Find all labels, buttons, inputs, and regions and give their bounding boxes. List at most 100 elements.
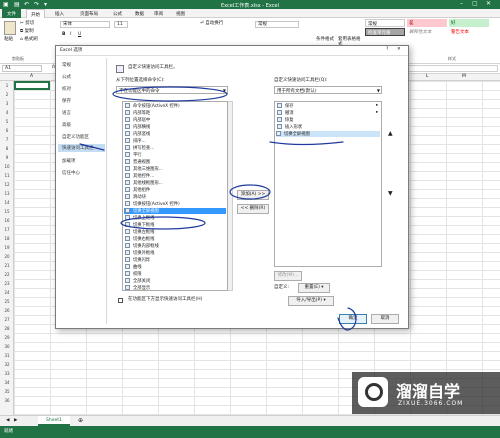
list-item[interactable]: 切换下框线 bbox=[125, 222, 154, 228]
qat-list[interactable]: 保存 撤消 恢复 插入形状 切换全屏视图 bbox=[274, 101, 382, 267]
column-header[interactable]: A bbox=[30, 74, 33, 80]
list-item[interactable]: 全部显示 bbox=[125, 285, 150, 290]
font-name-select[interactable]: 宋体 bbox=[60, 21, 110, 28]
row-header[interactable]: 27 bbox=[0, 317, 14, 322]
row-header[interactable]: 9 bbox=[0, 155, 14, 160]
nav-proofing[interactable]: 校对 bbox=[62, 86, 71, 92]
style-bad[interactable]: 差 bbox=[407, 19, 447, 27]
column-header[interactable]: M bbox=[462, 74, 466, 80]
list-item[interactable]: 平行 bbox=[125, 152, 142, 158]
row-header[interactable]: 1 bbox=[0, 83, 14, 88]
add-button[interactable]: 添加(A) >> bbox=[237, 190, 269, 200]
active-cell[interactable] bbox=[14, 81, 50, 90]
list-item[interactable]: 内部横线 bbox=[125, 124, 150, 130]
list-item[interactable]: 拼写检查... bbox=[125, 145, 154, 151]
list-item[interactable]: 内部等距 bbox=[125, 110, 150, 116]
nav-customize-ribbon[interactable]: 自定义功能区 bbox=[62, 134, 89, 140]
qat-item-fullscreen[interactable]: 切换全屏视图 bbox=[276, 131, 380, 137]
row-header[interactable]: 14 bbox=[0, 200, 14, 205]
tab-page-layout[interactable]: 页面布局 bbox=[80, 11, 98, 17]
tab-file[interactable]: 文件 bbox=[2, 9, 21, 18]
reset-button[interactable]: 重置(E) ▾ bbox=[298, 283, 330, 293]
sheet-prev-icon[interactable]: ◀ bbox=[6, 418, 9, 424]
list-item[interactable]: 全部关闭 bbox=[125, 278, 150, 284]
style-normal[interactable]: 常规 bbox=[365, 19, 405, 27]
tab-formulas[interactable]: 公式 bbox=[113, 11, 122, 17]
row-header[interactable]: 34 bbox=[0, 380, 14, 385]
list-item[interactable]: 切换按钮(ActiveX 控件) bbox=[125, 201, 180, 207]
qat-item-undo[interactable]: 撤消 bbox=[277, 110, 294, 116]
column-header[interactable]: L bbox=[426, 74, 429, 80]
minimize-icon[interactable]: – bbox=[460, 0, 463, 7]
maximize-icon[interactable]: ▢ bbox=[472, 0, 478, 7]
number-format-select[interactable]: 常规 bbox=[255, 21, 299, 28]
row-header[interactable]: 13 bbox=[0, 191, 14, 196]
row-header[interactable]: 28 bbox=[0, 326, 14, 331]
customize-for-select[interactable]: 用于所有文档(默认) ▼ bbox=[274, 86, 382, 94]
paste-icon[interactable] bbox=[4, 21, 16, 35]
qat-item-save[interactable]: 保存 bbox=[277, 103, 294, 109]
nav-language[interactable]: 语言 bbox=[62, 110, 71, 116]
add-sheet-icon[interactable]: ⊕ bbox=[78, 418, 83, 424]
list-item[interactable]: 切换内部框线 bbox=[125, 243, 159, 249]
row-header[interactable]: 17 bbox=[0, 227, 14, 232]
row-header[interactable]: 3 bbox=[0, 101, 14, 106]
nav-save[interactable]: 保存 bbox=[62, 98, 71, 104]
list-item[interactable]: 普通视图 bbox=[125, 159, 150, 165]
choose-from-select[interactable]: 不在功能区中的命令 ▼ bbox=[116, 86, 228, 94]
nav-general[interactable]: 常规 bbox=[62, 62, 71, 68]
list-item[interactable]: 内部居中 bbox=[125, 117, 150, 123]
list-item[interactable]: 滑动块 bbox=[125, 194, 146, 200]
tab-view[interactable]: 视图 bbox=[176, 11, 185, 17]
row-header[interactable]: 18 bbox=[0, 236, 14, 241]
row-header[interactable]: 23 bbox=[0, 281, 14, 286]
row-header[interactable]: 22 bbox=[0, 272, 14, 277]
nav-trust-center[interactable]: 信任中心 bbox=[62, 170, 80, 176]
qat-item-insert-shape[interactable]: 插入形状 bbox=[277, 124, 302, 130]
sheet-tab[interactable]: Sheet1 bbox=[38, 416, 70, 426]
format-painter-button[interactable]: ⌂ 格式刷 bbox=[20, 37, 38, 43]
qat-item-redo[interactable]: 恢复 bbox=[277, 117, 294, 123]
row-header[interactable]: 21 bbox=[0, 263, 14, 268]
row-header[interactable]: 20 bbox=[0, 254, 14, 259]
list-item[interactable]: 其他控件... bbox=[125, 173, 154, 179]
tab-data[interactable]: 数据 bbox=[135, 11, 144, 17]
nav-formulas[interactable]: 公式 bbox=[62, 74, 71, 80]
row-header[interactable]: 10 bbox=[0, 164, 14, 169]
list-item[interactable]: 其他组件 bbox=[125, 187, 150, 193]
nav-quick-access-toolbar[interactable]: 快速访问工具栏 bbox=[58, 144, 105, 152]
move-up-icon[interactable]: ▲ bbox=[388, 131, 393, 137]
list-item[interactable]: 切换闪烁 bbox=[125, 257, 150, 263]
font-size-select[interactable]: 11 bbox=[114, 21, 128, 28]
row-header[interactable]: 5 bbox=[0, 119, 14, 124]
list-item[interactable]: 切换左框线 bbox=[125, 229, 154, 235]
dialog-close-icon[interactable]: ✕ bbox=[397, 47, 401, 53]
row-header[interactable]: 11 bbox=[0, 173, 14, 178]
sheet-next-icon[interactable]: ▶ bbox=[14, 418, 17, 424]
row-header[interactable]: 30 bbox=[0, 344, 14, 349]
cancel-button[interactable]: 取消 bbox=[371, 314, 399, 324]
list-item[interactable]: 切换上框线 bbox=[125, 215, 154, 221]
row-header[interactable]: 19 bbox=[0, 245, 14, 250]
underline-button[interactable]: U bbox=[78, 32, 81, 38]
italic-button[interactable]: I bbox=[70, 32, 71, 38]
row-header[interactable]: 31 bbox=[0, 353, 14, 358]
style-warning[interactable]: 警告文本 bbox=[449, 28, 489, 36]
list-item[interactable]: 内部竖线 bbox=[125, 131, 150, 137]
nav-add-ins[interactable]: 加载项 bbox=[62, 158, 76, 164]
row-header[interactable]: 36 bbox=[0, 398, 14, 403]
row-header[interactable]: 7 bbox=[0, 137, 14, 142]
row-header[interactable]: 16 bbox=[0, 218, 14, 223]
list-item[interactable]: 曲线 bbox=[125, 264, 142, 270]
row-header[interactable]: 25 bbox=[0, 299, 14, 304]
row-header[interactable]: 32 bbox=[0, 362, 14, 367]
list-item[interactable]: 其他三维图形... bbox=[125, 166, 163, 172]
list-item[interactable]: 权限 bbox=[125, 271, 142, 277]
close-icon[interactable]: ✕ bbox=[486, 0, 491, 7]
dialog-help-icon[interactable]: ? bbox=[386, 47, 388, 53]
commands-list[interactable]: 命令按钮(ActiveX 控件) 内部等距 内部居中 内部横线 内部竖线 排序.… bbox=[122, 101, 228, 291]
commands-scrollbar[interactable] bbox=[228, 101, 233, 291]
ok-button[interactable]: 确定 bbox=[339, 314, 367, 324]
row-header[interactable]: 12 bbox=[0, 182, 14, 187]
list-item-selected[interactable]: 切换全屏视图 bbox=[124, 208, 226, 214]
